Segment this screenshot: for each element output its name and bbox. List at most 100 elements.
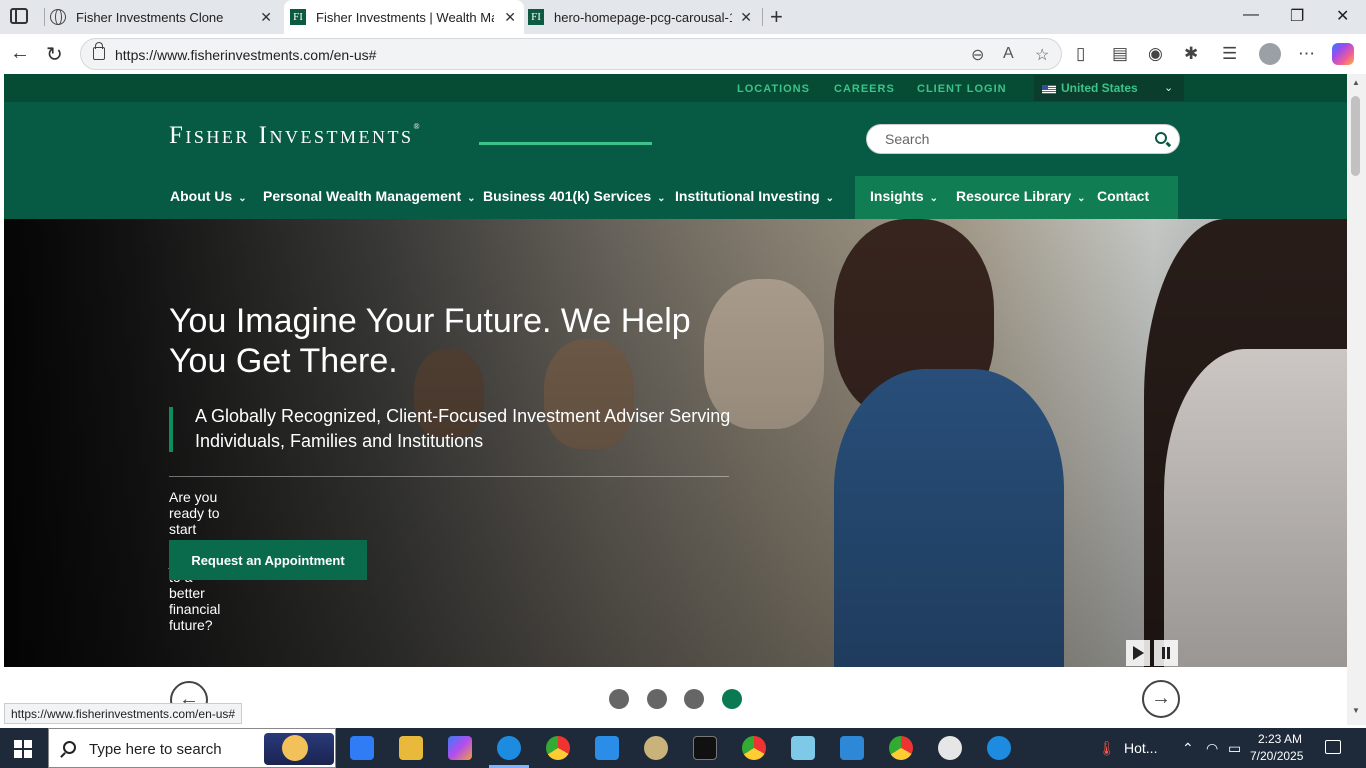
close-icon[interactable]: ✕ [740, 9, 752, 26]
screenshot-icon[interactable]: ◉ [1148, 44, 1163, 64]
careers-link[interactable]: CAREERS [834, 83, 895, 95]
scroll-up-icon[interactable]: ▲ [1352, 78, 1360, 87]
carousel-dot[interactable] [684, 689, 704, 709]
request-appointment-button[interactable]: Request an Appointment [169, 540, 367, 580]
nav-institutional-investing[interactable]: Institutional Investing ⌄ [675, 188, 834, 204]
profile-avatar[interactable] [1259, 43, 1281, 65]
browser-tab[interactable]: FI hero-homepage-pcg-carousal-19 ✕ [528, 0, 760, 34]
minimize-icon[interactable]: — [1243, 6, 1259, 24]
page-scrollbar[interactable]: ▲ ▼ [1347, 74, 1366, 725]
carousel-dot[interactable] [609, 689, 629, 709]
refresh-icon[interactable]: ↻ [46, 42, 63, 67]
nav-label: Insights [870, 188, 924, 204]
globe-icon [50, 9, 66, 25]
battery-icon[interactable]: ▭ [1228, 740, 1241, 757]
hero-divider [169, 476, 729, 477]
chrome-profile-icon[interactable] [742, 736, 766, 760]
chrome-app-icon[interactable] [546, 736, 570, 760]
thermometer-icon[interactable]: 🌡 [1098, 740, 1116, 757]
file-explorer-icon[interactable] [399, 736, 423, 760]
more-icon[interactable]: ⋯ [1298, 44, 1315, 64]
tab-title: Fisher Investments Clone [76, 9, 224, 25]
carousel-dot-active[interactable] [722, 689, 742, 709]
favorites-icon[interactable]: ☰ [1222, 44, 1237, 64]
pause-icon[interactable] [1154, 640, 1178, 666]
paint-app-icon[interactable] [644, 736, 668, 760]
search-input[interactable] [885, 131, 1145, 147]
search-icon[interactable] [1155, 132, 1167, 144]
client-login-link[interactable]: CLIENT LOGIN [917, 83, 1007, 95]
favorite-star-icon[interactable]: ☆ [1035, 45, 1049, 65]
copilot-app-icon[interactable] [448, 736, 472, 760]
taskbar-search[interactable]: Type here to search [48, 728, 336, 768]
back-icon[interactable]: ← [10, 42, 30, 65]
scroll-down-icon[interactable]: ▼ [1352, 706, 1360, 715]
clock-time[interactable]: 2:23 AM [1258, 732, 1302, 746]
tab-title: hero-homepage-pcg-carousal-19 [554, 9, 732, 25]
nav-insights[interactable]: Insights ⌄ [870, 188, 938, 204]
scroll-thumb[interactable] [1351, 96, 1360, 176]
nav-label: Resource Library [956, 188, 1072, 204]
read-aloud-icon[interactable]: A [1003, 45, 1014, 63]
country-label: United States [1061, 81, 1138, 95]
edge-beta-app-icon[interactable] [987, 736, 1011, 760]
edge-app-icon[interactable] [489, 736, 529, 768]
window-close-icon[interactable]: ✕ [1336, 6, 1349, 26]
tab-separator [762, 8, 763, 26]
nav-resource-library[interactable]: Resource Library ⌄ [956, 188, 1086, 204]
chrome-db-profile-icon[interactable] [889, 736, 913, 760]
chevron-down-icon: ⌄ [657, 193, 666, 204]
nav-business-401k-services[interactable]: Business 401(k) Services ⌄ [483, 188, 666, 204]
play-icon[interactable] [1126, 640, 1150, 666]
vscode-app-icon[interactable] [595, 736, 619, 760]
weather-text[interactable]: Hot... [1124, 740, 1157, 756]
address-bar[interactable]: https://www.fisherinvestments.com/en-us#… [80, 38, 1062, 70]
status-bar-url: https://www.fisherinvestments.com/en-us# [4, 703, 243, 724]
site-search[interactable] [866, 124, 1180, 154]
country-selector[interactable]: United States ⌄ [1034, 75, 1184, 101]
close-icon[interactable]: ✕ [504, 9, 516, 26]
logo-text: Fisher Investments [169, 122, 414, 149]
notepad-app-icon[interactable] [791, 736, 815, 760]
wifi-icon[interactable]: ◠ [1206, 740, 1218, 757]
extensions-icon[interactable]: ✱ [1184, 44, 1198, 64]
hero-subtitle: A Globally Recognized, Client-Focused In… [195, 406, 731, 451]
url-text[interactable]: https://www.fisherinvestments.com/en-us# [115, 47, 376, 63]
nav-label: Business 401(k) Services [483, 188, 652, 204]
fisher-investments-logo[interactable]: Fisher Investments® [169, 122, 422, 150]
tab-title: Fisher Investments | Wealth Mana [316, 9, 494, 25]
restore-icon[interactable]: ❐ [1290, 6, 1304, 26]
notification-icon[interactable] [1325, 740, 1341, 754]
chevron-down-icon: ⌄ [929, 193, 939, 204]
locations-link[interactable]: LOCATIONS [737, 83, 810, 95]
hero-accent-bar [169, 407, 173, 452]
lock-icon[interactable] [93, 42, 105, 60]
store-app-icon[interactable] [350, 736, 374, 760]
terminal-app-icon[interactable] [693, 736, 717, 760]
new-tab-icon[interactable]: + [770, 4, 783, 30]
tab-separator [44, 8, 45, 26]
chevron-up-icon[interactable]: ⌃ [1182, 740, 1194, 757]
photos-app-icon[interactable] [840, 736, 864, 760]
snipping-tool-icon[interactable] [938, 736, 962, 760]
collections-icon[interactable]: ▤ [1112, 44, 1128, 64]
carousel-dot[interactable] [647, 689, 667, 709]
chevron-down-icon: ⌄ [238, 193, 247, 204]
nav-about-us[interactable]: About Us ⌄ [170, 188, 247, 204]
chevron-down-icon: ⌄ [1077, 193, 1086, 204]
nav-personal-wealth-management[interactable]: Personal Wealth Management ⌄ [263, 188, 476, 204]
zoom-icon[interactable]: ⊖ [971, 45, 984, 65]
us-flag-icon [1042, 85, 1056, 94]
tab-actions-icon[interactable] [10, 8, 28, 24]
split-screen-icon[interactable]: ▯ [1076, 44, 1085, 64]
search-icon [63, 741, 76, 754]
nav-contact[interactable]: Contact [1097, 188, 1149, 204]
windows-taskbar: Type here to search 🌡 Hot... ⌃ ◠ ▭ 2:23 … [0, 728, 1366, 768]
close-icon[interactable]: ✕ [260, 9, 272, 26]
arrow-right-icon[interactable]: → [1142, 680, 1180, 718]
browser-tab[interactable]: Fisher Investments Clone ✕ [50, 0, 280, 34]
clock-date[interactable]: 7/20/2025 [1250, 749, 1303, 763]
windows-start-icon[interactable] [14, 740, 32, 758]
browser-tab-active[interactable]: FI Fisher Investments | Wealth Mana ✕ [284, 0, 524, 34]
copilot-icon[interactable] [1332, 43, 1354, 65]
